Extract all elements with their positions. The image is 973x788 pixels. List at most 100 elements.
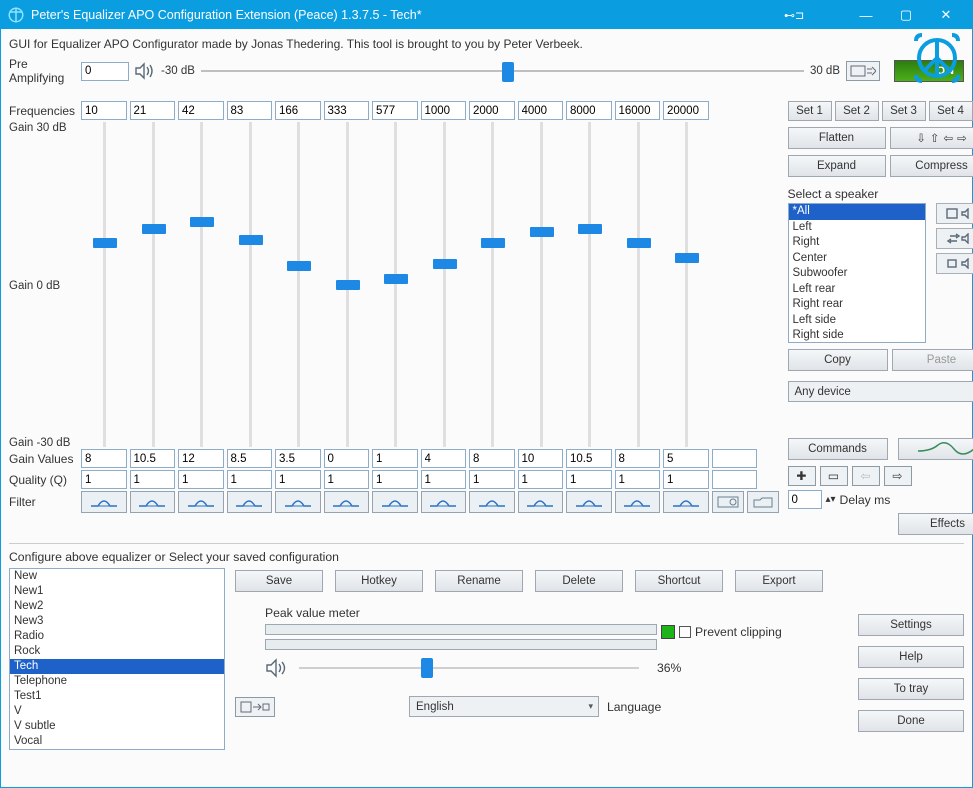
to-tray-button[interactable]: To tray — [858, 678, 964, 700]
set-3-button[interactable]: Set 3 — [882, 101, 926, 121]
gain-input-4[interactable] — [275, 449, 321, 468]
config-item[interactable]: New3 — [10, 614, 224, 629]
filter-type-0[interactable] — [81, 491, 127, 513]
filter-type-3[interactable] — [227, 491, 273, 513]
speaker-item[interactable]: *All — [789, 204, 925, 220]
filter-type-5[interactable] — [324, 491, 370, 513]
band-slider-10[interactable] — [566, 122, 614, 447]
band-slider-9[interactable] — [518, 122, 566, 447]
config-item[interactable]: Tech — [10, 659, 224, 674]
gain-input-6[interactable] — [372, 449, 418, 468]
filter-type-12[interactable] — [663, 491, 709, 513]
gain-input-7[interactable] — [421, 449, 467, 468]
q-input-4[interactable] — [275, 470, 321, 489]
gain-input-0[interactable] — [81, 449, 127, 468]
hotkey-button[interactable]: Hotkey — [335, 570, 423, 592]
band-slider-11[interactable] — [615, 122, 663, 447]
extra-gain-input[interactable] — [712, 449, 758, 468]
freq-input-8[interactable] — [469, 101, 515, 120]
gain-input-11[interactable] — [615, 449, 661, 468]
filter-type-8[interactable] — [469, 491, 515, 513]
q-input-1[interactable] — [130, 470, 176, 489]
output-device-button[interactable] — [846, 61, 880, 81]
config-item[interactable]: Test1 — [10, 689, 224, 704]
minimize-button[interactable]: — — [846, 1, 886, 29]
speaker-item[interactable]: Right rear — [789, 297, 925, 313]
speaker-item[interactable]: Subwoofer — [789, 266, 925, 282]
speaker-item[interactable]: Center — [789, 251, 925, 267]
gain-input-8[interactable] — [469, 449, 515, 468]
gain-input-5[interactable] — [324, 449, 370, 468]
preamp-input[interactable] — [81, 62, 129, 81]
freq-input-1[interactable] — [130, 101, 176, 120]
freq-input-11[interactable] — [615, 101, 661, 120]
set-2-button[interactable]: Set 2 — [835, 101, 879, 121]
preamp-slider[interactable] — [201, 61, 804, 81]
q-input-0[interactable] — [81, 470, 127, 489]
add-band-button[interactable]: ✚ — [788, 466, 816, 486]
config-item[interactable]: Vocal — [10, 734, 224, 749]
settings-button[interactable]: Settings — [858, 614, 964, 636]
flatten-button[interactable]: Flatten — [788, 127, 886, 149]
band-slider-7[interactable] — [421, 122, 469, 447]
config-item[interactable]: V subtle — [10, 719, 224, 734]
band-slider-5[interactable] — [324, 122, 372, 447]
freq-input-3[interactable] — [227, 101, 273, 120]
delete-button[interactable]: Delete — [535, 570, 623, 592]
q-input-11[interactable] — [615, 470, 661, 489]
export-button[interactable]: Export — [735, 570, 823, 592]
freq-input-2[interactable] — [178, 101, 224, 120]
freq-input-5[interactable] — [324, 101, 370, 120]
filter-type-7[interactable] — [421, 491, 467, 513]
device-select[interactable]: Any device — [788, 381, 973, 402]
band-slider-8[interactable] — [469, 122, 517, 447]
filter-type-2[interactable] — [178, 491, 224, 513]
pin-icon[interactable]: ⊷⊐ — [784, 9, 806, 22]
speaker-swap-button[interactable] — [936, 228, 973, 249]
gain-input-9[interactable] — [518, 449, 564, 468]
set-4-button[interactable]: Set 4 — [929, 101, 973, 121]
q-input-5[interactable] — [324, 470, 370, 489]
close-button[interactable]: ✕ — [926, 1, 966, 29]
speaker-list[interactable]: *AllLeftRightCenterSubwooferLeft rearRig… — [788, 203, 926, 343]
speaker-stereo-button[interactable] — [936, 203, 973, 224]
freq-input-10[interactable] — [566, 101, 612, 120]
band-slider-0[interactable] — [81, 122, 129, 447]
filter-type-6[interactable] — [372, 491, 418, 513]
freq-input-4[interactable] — [275, 101, 321, 120]
compress-button[interactable]: Compress — [890, 155, 973, 177]
gain-input-1[interactable] — [130, 449, 176, 468]
gain-input-12[interactable] — [663, 449, 709, 468]
done-button[interactable]: Done — [858, 710, 964, 732]
rename-button[interactable]: Rename — [435, 570, 523, 592]
prevent-clipping-checkbox[interactable] — [679, 626, 691, 638]
config-item[interactable]: V — [10, 704, 224, 719]
save-button[interactable]: Save — [235, 570, 323, 592]
q-input-2[interactable] — [178, 470, 224, 489]
config-item[interactable]: New — [10, 569, 224, 584]
graph-button[interactable] — [898, 438, 973, 460]
filter-view-button[interactable] — [712, 491, 744, 513]
speaker-icon[interactable] — [134, 62, 156, 80]
delay-input[interactable] — [788, 490, 822, 509]
speaker-item[interactable]: Right side — [789, 328, 925, 343]
shortcut-button[interactable]: Shortcut — [635, 570, 723, 592]
config-item[interactable]: Rock — [10, 644, 224, 659]
gain-input-10[interactable] — [566, 449, 612, 468]
freq-input-6[interactable] — [372, 101, 418, 120]
speaker-item[interactable]: Left side — [789, 313, 925, 329]
filter-type-11[interactable] — [615, 491, 661, 513]
gain-input-2[interactable] — [178, 449, 224, 468]
shift-right-button[interactable]: ⇨ — [884, 466, 912, 486]
effects-button[interactable]: Effects — [898, 513, 973, 535]
speaker-item[interactable]: Left — [789, 220, 925, 236]
band-slider-12[interactable] — [663, 122, 711, 447]
band-slider-6[interactable] — [372, 122, 420, 447]
import-button[interactable] — [235, 697, 275, 717]
extra-q-input[interactable] — [712, 470, 758, 489]
filter-open-button[interactable] — [747, 491, 779, 513]
band-slider-1[interactable] — [130, 122, 178, 447]
config-item[interactable]: Telephone — [10, 674, 224, 689]
q-input-10[interactable] — [566, 470, 612, 489]
volume-slider[interactable] — [299, 658, 639, 678]
